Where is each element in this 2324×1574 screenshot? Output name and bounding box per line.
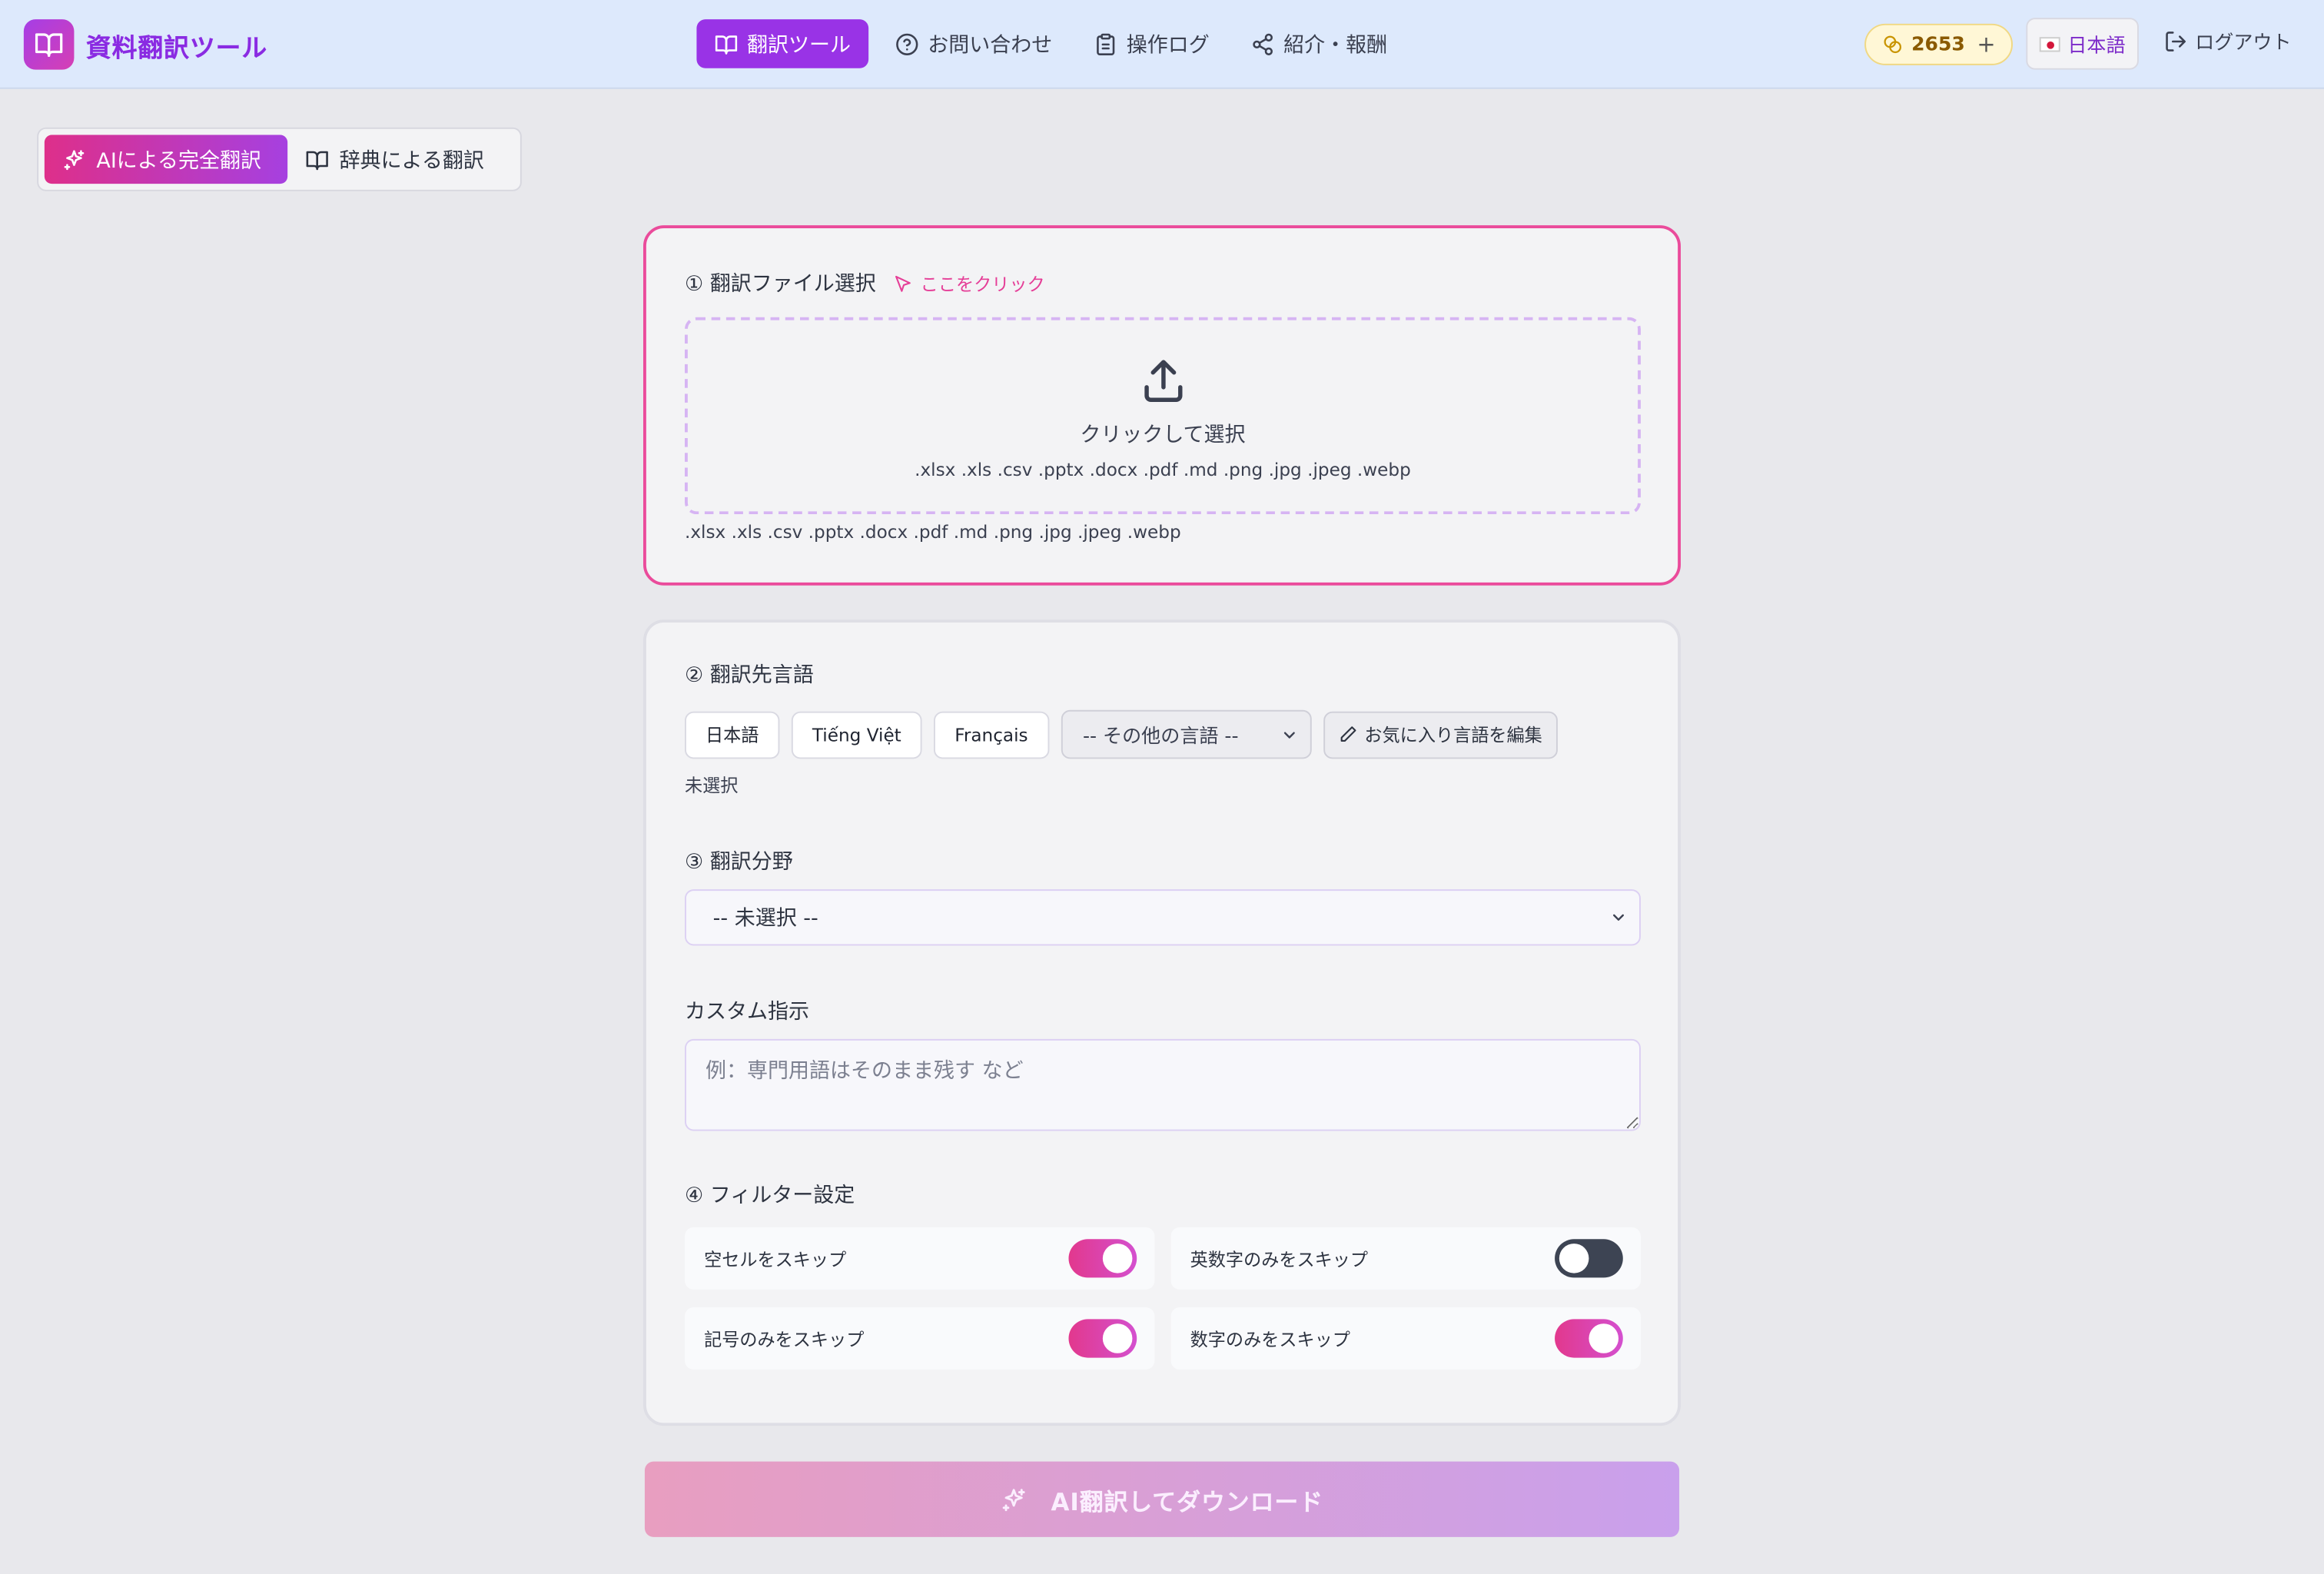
sparkles-icon [64, 149, 85, 170]
help-circle-icon [896, 32, 918, 55]
ai-translate-download-button[interactable]: AI翻訳してダウンロード [644, 1461, 1680, 1537]
toggle-switch[interactable] [1068, 1319, 1137, 1358]
submit-label: AI翻訳してダウンロード [1051, 1487, 1324, 1516]
file-select-card: ① 翻訳ファイル選択 ここをクリック クリックして選択 .xlsx .xls .… [642, 225, 1681, 586]
custom-instruction-input[interactable] [684, 1038, 1641, 1131]
translation-field-select[interactable]: -- 未選択 -- [684, 889, 1641, 946]
clipboard-icon [1097, 32, 1115, 55]
share-icon [1253, 32, 1273, 55]
language-label: 日本語 [2067, 35, 2126, 58]
target-language-status: 未選択 [684, 775, 739, 796]
main-nav: 翻訳ツール お問い合わせ 操作ログ 紹介・報酬 [696, 19, 1413, 68]
toggle-switch[interactable] [1555, 1319, 1623, 1358]
sparkles-icon [1002, 1488, 1025, 1511]
field-title: ③ 翻訳分野 [684, 850, 793, 875]
target-language-title: ② 翻訳先言語 [684, 663, 814, 688]
lang-chip-vietnamese[interactable]: Tiếng Việt [791, 710, 922, 759]
supported-formats-note: .xlsx .xls .csv .pptx .docx .pdf .md .pn… [684, 521, 1181, 543]
edit-favorite-languages-button[interactable]: お気に入り言語を編集 [1323, 710, 1558, 759]
chevron-down-icon [1283, 731, 1295, 738]
edit-favorites-label: お気に入り言語を編集 [1364, 725, 1542, 746]
language-switcher[interactable]: 日本語 [2026, 18, 2139, 70]
nav-translate-tool[interactable]: 翻訳ツール [696, 19, 869, 68]
lang-chip-french[interactable]: Français [934, 710, 1049, 759]
nav-label: 翻訳ツール [746, 33, 851, 58]
target-language-row: 日本語 Tiếng Việt Français -- その他の言語 -- お気に… [684, 709, 1558, 759]
book-icon [306, 150, 328, 170]
japan-flag-icon [2039, 36, 2060, 51]
toggle-switch[interactable] [1555, 1239, 1623, 1278]
mode-label: 辞典による翻訳 [339, 148, 484, 173]
toggle-switch[interactable] [1068, 1239, 1137, 1278]
click-here-hint[interactable]: ここをクリック [894, 271, 1045, 296]
nav-contact[interactable]: お問い合わせ [881, 19, 1067, 68]
filter-label: 英数字のみをスキップ [1190, 1248, 1369, 1270]
mode-dictionary-translation[interactable]: 辞典による翻訳 [287, 134, 502, 184]
brand-logo-book-icon [23, 19, 75, 70]
brand-title: 資料翻訳ツール [85, 33, 268, 63]
file-dropzone[interactable]: クリックして選択 .xlsx .xls .csv .pptx .docx .pd… [684, 317, 1641, 515]
add-coins-button[interactable]: + [1977, 31, 1995, 58]
nav-label: お問い合わせ [928, 33, 1053, 58]
translation-mode-toggle: AIによる完全翻訳 辞典による翻訳 [37, 127, 522, 191]
logout-button[interactable]: ログアウト [2164, 27, 2292, 55]
filter-label: 記号のみをスキップ [704, 1328, 865, 1350]
nav-referral[interactable]: 紹介・報酬 [1236, 19, 1402, 68]
app-root: 資料翻訳ツール 翻訳ツール お問い合わせ 操作ログ 紹介・報酬 2653 + 日… [0, 0, 2324, 1574]
book-icon [715, 35, 738, 54]
coins-icon [1883, 35, 1901, 54]
nav-label: 操作ログ [1126, 33, 1210, 58]
chevron-down-icon [1613, 914, 1624, 921]
filter-settings-title: ④ フィルター設定 [684, 1184, 855, 1208]
file-select-title: ① 翻訳ファイル選択 ここをクリック [685, 268, 1045, 298]
dropzone-label: クリックして選択 [1080, 423, 1246, 448]
other-language-select[interactable]: -- その他の言語 -- [1061, 709, 1311, 759]
coin-balance[interactable]: 2653 + [1864, 23, 2013, 65]
nav-operation-log[interactable]: 操作ログ [1079, 19, 1224, 68]
filter-skip-symbols: 記号のみをスキップ [684, 1307, 1155, 1370]
nav-label: 紹介・報酬 [1283, 33, 1388, 58]
filter-skip-alphanumeric: 英数字のみをスキップ [1170, 1227, 1641, 1290]
coin-count: 2653 [1911, 33, 1965, 56]
pencil-icon [1340, 726, 1356, 742]
click-hint-label: ここをクリック [920, 273, 1045, 294]
mode-label: AIによる完全翻訳 [96, 148, 262, 173]
mode-ai-full-translation[interactable]: AIによる完全翻訳 [44, 134, 288, 184]
file-select-title-text: ① 翻訳ファイル選択 [684, 272, 876, 297]
filter-label: 数字のみをスキップ [1190, 1328, 1350, 1350]
filter-label: 空セルをスキップ [704, 1248, 847, 1270]
custom-instruction-title: カスタム指示 [684, 1000, 809, 1024]
lang-chip-japanese[interactable]: 日本語 [684, 710, 780, 759]
top-header: 資料翻訳ツール 翻訳ツール お問い合わせ 操作ログ 紹介・報酬 2653 + 日… [0, 0, 2324, 89]
translation-settings-card: ② 翻訳先言語 日本語 Tiếng Việt Français -- その他の言… [642, 619, 1681, 1426]
field-select-value: -- 未選択 -- [712, 907, 818, 931]
logout-label: ログアウト [2195, 32, 2292, 55]
logout-icon [2166, 31, 2186, 51]
dropzone-formats: .xlsx .xls .csv .pptx .docx .pdf .md .pn… [915, 459, 1411, 480]
filter-skip-numbers: 数字のみをスキップ [1170, 1307, 1641, 1370]
other-language-value: -- その他の言語 -- [1082, 726, 1239, 749]
filter-skip-empty-cells: 空セルをスキップ [684, 1227, 1155, 1290]
upload-icon [1144, 360, 1182, 402]
cursor-pointer-icon [895, 274, 911, 291]
brand[interactable]: 資料翻訳ツール [23, 19, 268, 70]
